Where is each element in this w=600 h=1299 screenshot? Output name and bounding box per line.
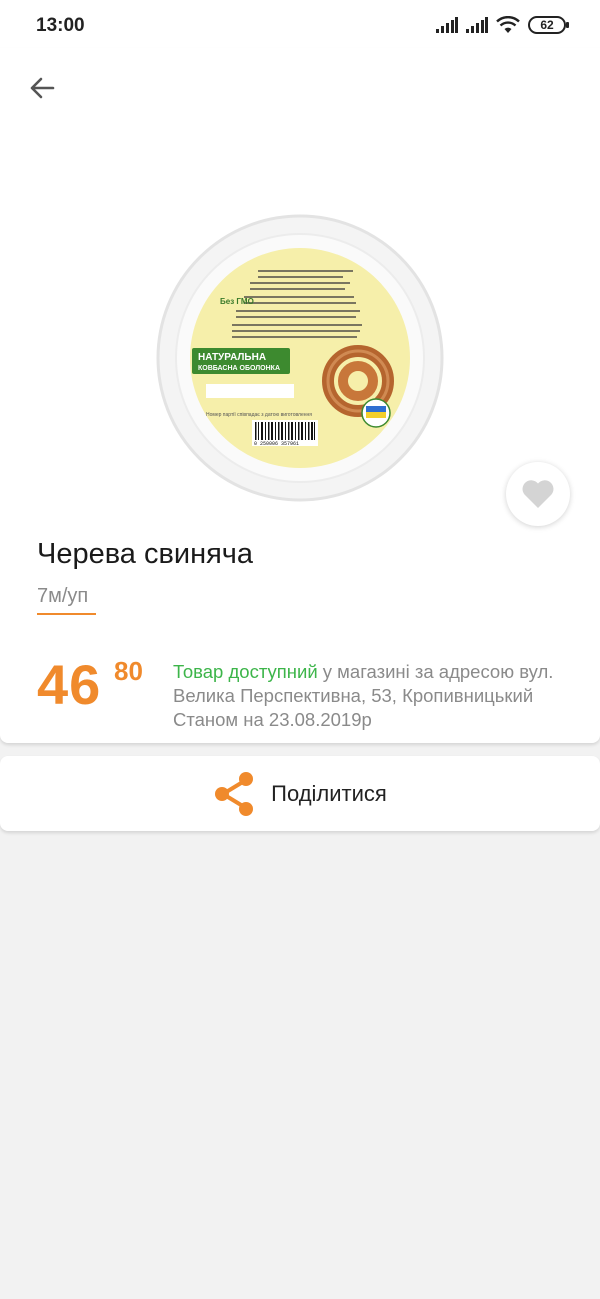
- price-integer: 46: [37, 653, 102, 716]
- price: 46 80: [37, 652, 143, 717]
- availability-status: Товар доступний: [173, 661, 318, 682]
- no-gmo-text: Без ГМО: [220, 297, 254, 306]
- status-icons: 62: [436, 14, 569, 36]
- product-card: Без ГМО НАТУРАЛЬНА КОВБАСНА ОБОЛОНКА Ном…: [0, 48, 600, 743]
- heart-icon: [522, 480, 554, 508]
- batch-note: Номер партії співпадає з датою виготовле…: [206, 412, 312, 418]
- barcode-number: 0 250006 357961: [254, 441, 299, 447]
- brand-line1: НАТУРАЛЬНА: [198, 352, 266, 363]
- battery-indicator: 62: [528, 16, 569, 34]
- product-unit: 7м/уп: [37, 585, 89, 607]
- share-icon: [215, 771, 254, 816]
- signal-icon-2: [466, 17, 488, 33]
- favorite-button[interactable]: [506, 462, 570, 526]
- unit-underline: [37, 613, 96, 615]
- wifi-icon: [496, 16, 520, 33]
- status-time: 13:00: [36, 15, 85, 36]
- signal-icon: [436, 17, 458, 33]
- status-bar: 13:00 62: [0, 0, 600, 48]
- product-image: Без ГМО НАТУРАЛЬНА КОВБАСНА ОБОЛОНКА Ном…: [140, 198, 460, 518]
- arrow-left-icon: [30, 77, 55, 99]
- brand-line2: КОВБАСНА ОБОЛОНКА: [198, 365, 280, 372]
- share-label: Поділитися: [271, 780, 387, 806]
- availability-date: Станом на 23.08.2019р: [173, 709, 372, 730]
- price-fraction: 80: [114, 656, 143, 686]
- product-title: Черева свиняча: [37, 538, 254, 570]
- back-button[interactable]: [22, 68, 62, 108]
- availability-info: Товар доступний у магазині за адресою ву…: [173, 660, 573, 732]
- share-button[interactable]: Поділитися: [0, 756, 600, 831]
